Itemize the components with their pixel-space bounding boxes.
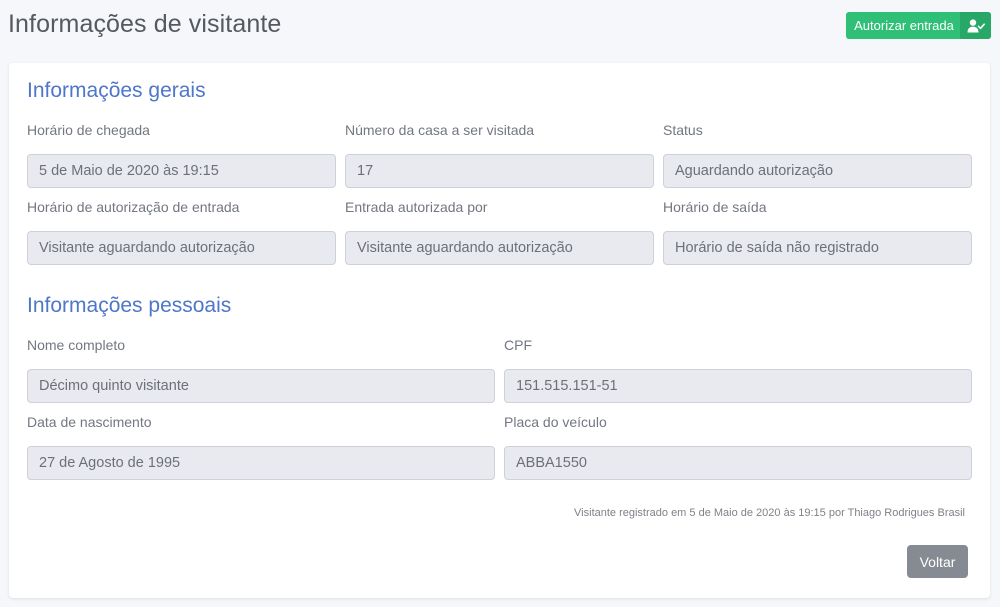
field-label: Número da casa a ser visitada [345, 122, 535, 138]
page-title: Informações de visitante [8, 10, 282, 38]
field-authorized-by: Entrada autorizada por Visitante aguarda… [345, 197, 654, 265]
field-cpf: CPF 151.515.151-51 [504, 335, 972, 403]
field-label: Data de nascimento [27, 414, 152, 430]
field-status: Status Aguardando autorização [663, 120, 972, 188]
visitor-card: Informações gerais Horário de chegada 5 … [9, 63, 990, 598]
authorize-entry-label: Autorizar entrada [854, 18, 954, 33]
field-label: Entrada autorizada por [345, 199, 488, 215]
field-exit-time: Horário de saída Horário de saída não re… [663, 197, 972, 265]
field-arrival-time: Horário de chegada 5 de Maio de 2020 às … [27, 120, 336, 188]
page: Informações de visitante Autorizar entra… [0, 0, 1000, 607]
birth-date-input[interactable]: 27 de Agosto de 1995 [27, 446, 495, 480]
back-button[interactable]: Voltar [907, 545, 968, 578]
personal-info-title: Informações pessoais [27, 294, 232, 317]
arrival-time-input[interactable]: 5 de Maio de 2020 às 19:15 [27, 154, 336, 188]
field-vehicle-plate: Placa do veículo ABBA1550 [504, 412, 972, 480]
field-label: Horário de autorização de entrada [27, 199, 240, 215]
cpf-input[interactable]: 151.515.151-51 [504, 369, 972, 403]
authorized-by-input[interactable]: Visitante aguardando autorização [345, 231, 654, 265]
field-label: Horário de chegada [27, 122, 150, 138]
field-full-name: Nome completo Décimo quinto visitante [27, 335, 495, 403]
full-name-input[interactable]: Décimo quinto visitante [27, 369, 495, 403]
authorize-entry-button[interactable]: Autorizar entrada [846, 12, 991, 39]
registration-note: Visitante registrado em 5 de Maio de 202… [574, 507, 965, 519]
authorization-time-input[interactable]: Visitante aguardando autorização [27, 231, 336, 265]
field-label: Horário de saída [663, 199, 767, 215]
vehicle-plate-input[interactable]: ABBA1550 [504, 446, 972, 480]
field-house-number: Número da casa a ser visitada 17 [345, 120, 654, 188]
field-label: Nome completo [27, 337, 126, 353]
status-input[interactable]: Aguardando autorização [663, 154, 972, 188]
field-birth-date: Data de nascimento 27 de Agosto de 1995 [27, 412, 495, 480]
field-label: Status [663, 122, 703, 138]
exit-time-input[interactable]: Horário de saída não registrado [663, 231, 972, 265]
user-check-icon [960, 12, 991, 39]
house-number-input[interactable]: 17 [345, 154, 654, 188]
field-label: CPF [504, 337, 532, 353]
field-authorization-time: Horário de autorização de entrada Visita… [27, 197, 336, 265]
field-label: Placa do veículo [504, 414, 607, 430]
general-info-title: Informações gerais [27, 79, 206, 102]
